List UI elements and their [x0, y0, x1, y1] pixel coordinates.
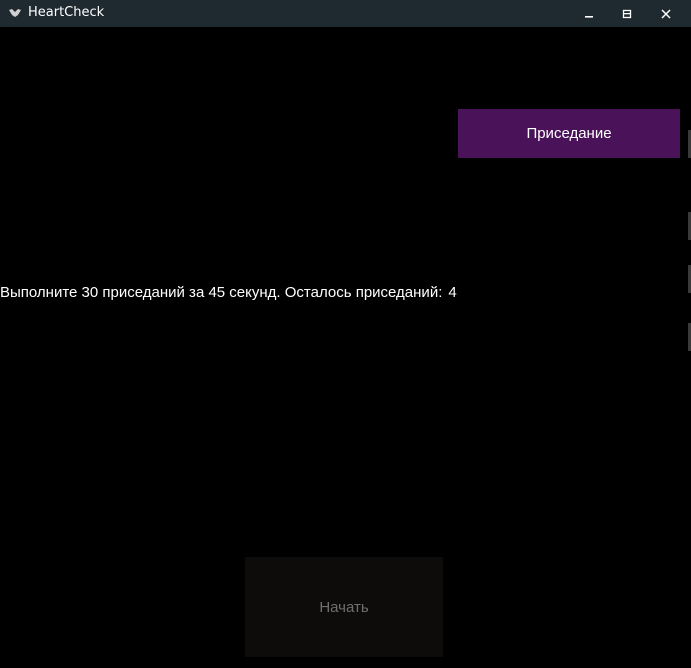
minimize-icon — [584, 9, 594, 19]
main-content: Приседание Выполните 30 приседаний за 45… — [0, 27, 691, 668]
title-bar[interactable]: HeartCheck — [0, 0, 691, 27]
maximize-button[interactable] — [608, 0, 646, 27]
maximize-icon — [622, 9, 632, 19]
close-button[interactable] — [647, 0, 685, 27]
app-logo-icon — [8, 6, 22, 20]
exercise-squat-button[interactable]: Приседание — [458, 109, 680, 158]
start-button[interactable]: Начать — [245, 557, 443, 657]
remaining-count: 4 — [448, 284, 457, 301]
app-window: HeartCheck Приседание Выполните 30 присе… — [0, 0, 691, 668]
close-icon — [661, 8, 671, 19]
window-title: HeartCheck — [28, 5, 105, 20]
instruction-text: Выполните 30 приседаний за 45 секунд. Ос… — [0, 284, 443, 301]
instruction-label: Выполните 30 приседаний за 45 секунд. Ос… — [0, 284, 457, 302]
minimize-button[interactable] — [570, 0, 608, 27]
